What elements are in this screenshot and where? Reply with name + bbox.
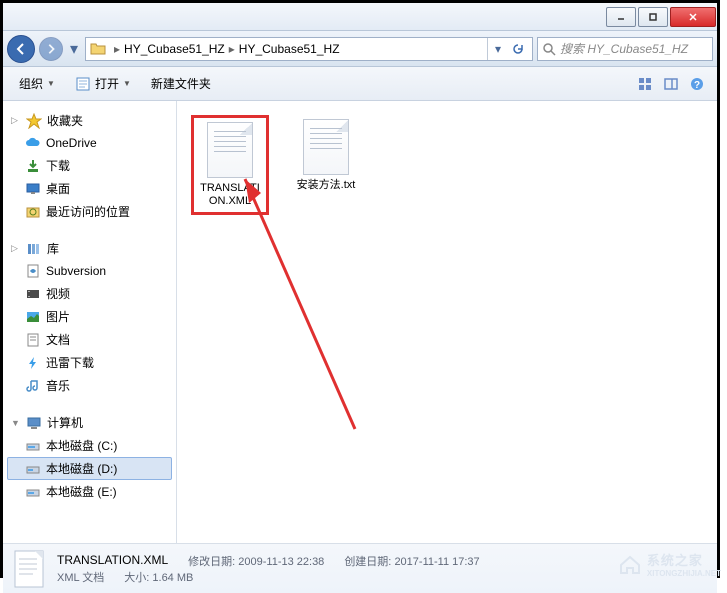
new-folder-button[interactable]: 新建文件夹	[143, 71, 219, 96]
file-icon	[303, 119, 349, 175]
drive-icon	[25, 438, 41, 454]
sidebar-item-drive-c[interactable]: 本地磁盘 (C:)	[7, 434, 172, 457]
refresh-button[interactable]	[508, 38, 528, 60]
svg-text:?: ?	[694, 80, 700, 91]
collapse-icon: ▷	[11, 243, 21, 254]
file-item[interactable]: 安装方法.txt	[287, 115, 365, 196]
sidebar-item-subversion[interactable]: Subversion	[7, 260, 172, 282]
sidebar-item-recent[interactable]: 最近访问的位置	[7, 200, 172, 223]
title-bar	[3, 3, 717, 31]
picture-icon	[25, 309, 41, 325]
sidebar-favorites-header[interactable]: ▷ 收藏夹	[7, 109, 172, 132]
preview-pane-button[interactable]	[659, 72, 683, 96]
details-type: XML 文档	[57, 569, 104, 585]
file-icon	[207, 122, 253, 178]
file-icon	[13, 549, 47, 589]
sidebar-item-drive-d[interactable]: 本地磁盘 (D:)	[7, 457, 172, 480]
view-options-button[interactable]	[633, 72, 657, 96]
thunder-icon	[25, 355, 41, 371]
sidebar-item-desktop[interactable]: 桌面	[7, 177, 172, 200]
file-name: TRANSLATION.XML	[198, 182, 262, 208]
search-icon	[542, 42, 556, 56]
drive-icon	[25, 484, 41, 500]
sidebar-libraries-header[interactable]: ▷ 库	[7, 237, 172, 260]
file-item-selected[interactable]: TRANSLATION.XML	[191, 115, 269, 215]
details-filename: TRANSLATION.XML	[57, 553, 168, 569]
search-placeholder: 搜索 HY_Cubase51_HZ	[560, 40, 688, 57]
content-pane[interactable]: TRANSLATION.XML 安装方法.txt	[177, 101, 717, 543]
explorer-window: ▾ ▸ HY_Cubase51_HZ ▸ HY_Cubase51_HZ ▾ 搜索…	[0, 0, 720, 578]
notepad-icon	[75, 76, 91, 92]
desktop-icon	[25, 181, 41, 197]
details-created: 2017-11-11 17:37	[394, 556, 479, 568]
sidebar-item-documents[interactable]: 文档	[7, 328, 172, 351]
sidebar-item-video[interactable]: 视频	[7, 282, 172, 305]
nav-bar: ▾ ▸ HY_Cubase51_HZ ▸ HY_Cubase51_HZ ▾ 搜索…	[3, 31, 717, 67]
music-icon	[25, 378, 41, 394]
breadcrumb-item[interactable]: HY_Cubase51_HZ	[124, 42, 225, 56]
collapse-icon: ▷	[11, 115, 21, 126]
document-icon	[25, 332, 41, 348]
sidebar-item-drive-e[interactable]: 本地磁盘 (E:)	[7, 480, 172, 503]
address-bar[interactable]: ▸ HY_Cubase51_HZ ▸ HY_Cubase51_HZ ▾	[85, 37, 533, 61]
minimize-button[interactable]	[606, 7, 636, 27]
sidebar-computer-header[interactable]: ▼ 计算机	[7, 411, 172, 434]
sidebar-item-downloads[interactable]: 下载	[7, 154, 172, 177]
breadcrumb-sep-icon: ▸	[114, 42, 120, 56]
details-modified: 2009-11-13 22:38	[238, 556, 324, 568]
library-icon	[26, 241, 42, 257]
sidebar: ▷ 收藏夹 OneDrive 下载 桌面 最近访问的位置 ▷ 库 Subvers…	[3, 101, 177, 543]
subversion-icon	[25, 263, 41, 279]
back-button[interactable]	[7, 35, 35, 63]
open-button[interactable]: 打开▼	[67, 71, 139, 96]
recent-icon	[25, 204, 41, 220]
help-button[interactable]: ?	[685, 72, 709, 96]
star-icon	[26, 113, 42, 129]
breadcrumb-sep-icon: ▸	[229, 42, 235, 56]
download-icon	[25, 158, 41, 174]
organize-button[interactable]: 组织▼	[11, 71, 63, 96]
history-dropdown[interactable]: ▾	[67, 39, 81, 59]
details-bar: TRANSLATION.XML 修改日期: 2009-11-13 22:38 创…	[3, 543, 717, 593]
cloud-icon	[25, 135, 41, 151]
forward-button[interactable]	[39, 37, 63, 61]
search-input[interactable]: 搜索 HY_Cubase51_HZ	[537, 37, 713, 61]
address-dropdown-button[interactable]: ▾	[488, 38, 508, 60]
computer-icon	[26, 415, 42, 431]
sidebar-item-onedrive[interactable]: OneDrive	[7, 132, 172, 154]
file-name: 安装方法.txt	[297, 179, 356, 192]
sidebar-item-music[interactable]: 音乐	[7, 374, 172, 397]
video-icon	[25, 286, 41, 302]
close-button[interactable]	[670, 7, 716, 27]
expand-icon: ▼	[11, 418, 21, 428]
breadcrumb-item[interactable]: HY_Cubase51_HZ	[239, 42, 340, 56]
drive-icon	[25, 461, 41, 477]
sidebar-item-thunder[interactable]: 迅雷下载	[7, 351, 172, 374]
toolbar: 组织▼ 打开▼ 新建文件夹 ?	[3, 67, 717, 101]
maximize-button[interactable]	[638, 7, 668, 27]
details-size: 1.64 MB	[152, 572, 193, 584]
sidebar-item-pictures[interactable]: 图片	[7, 305, 172, 328]
folder-icon	[90, 41, 106, 57]
work-area: ▷ 收藏夹 OneDrive 下载 桌面 最近访问的位置 ▷ 库 Subvers…	[3, 101, 717, 543]
